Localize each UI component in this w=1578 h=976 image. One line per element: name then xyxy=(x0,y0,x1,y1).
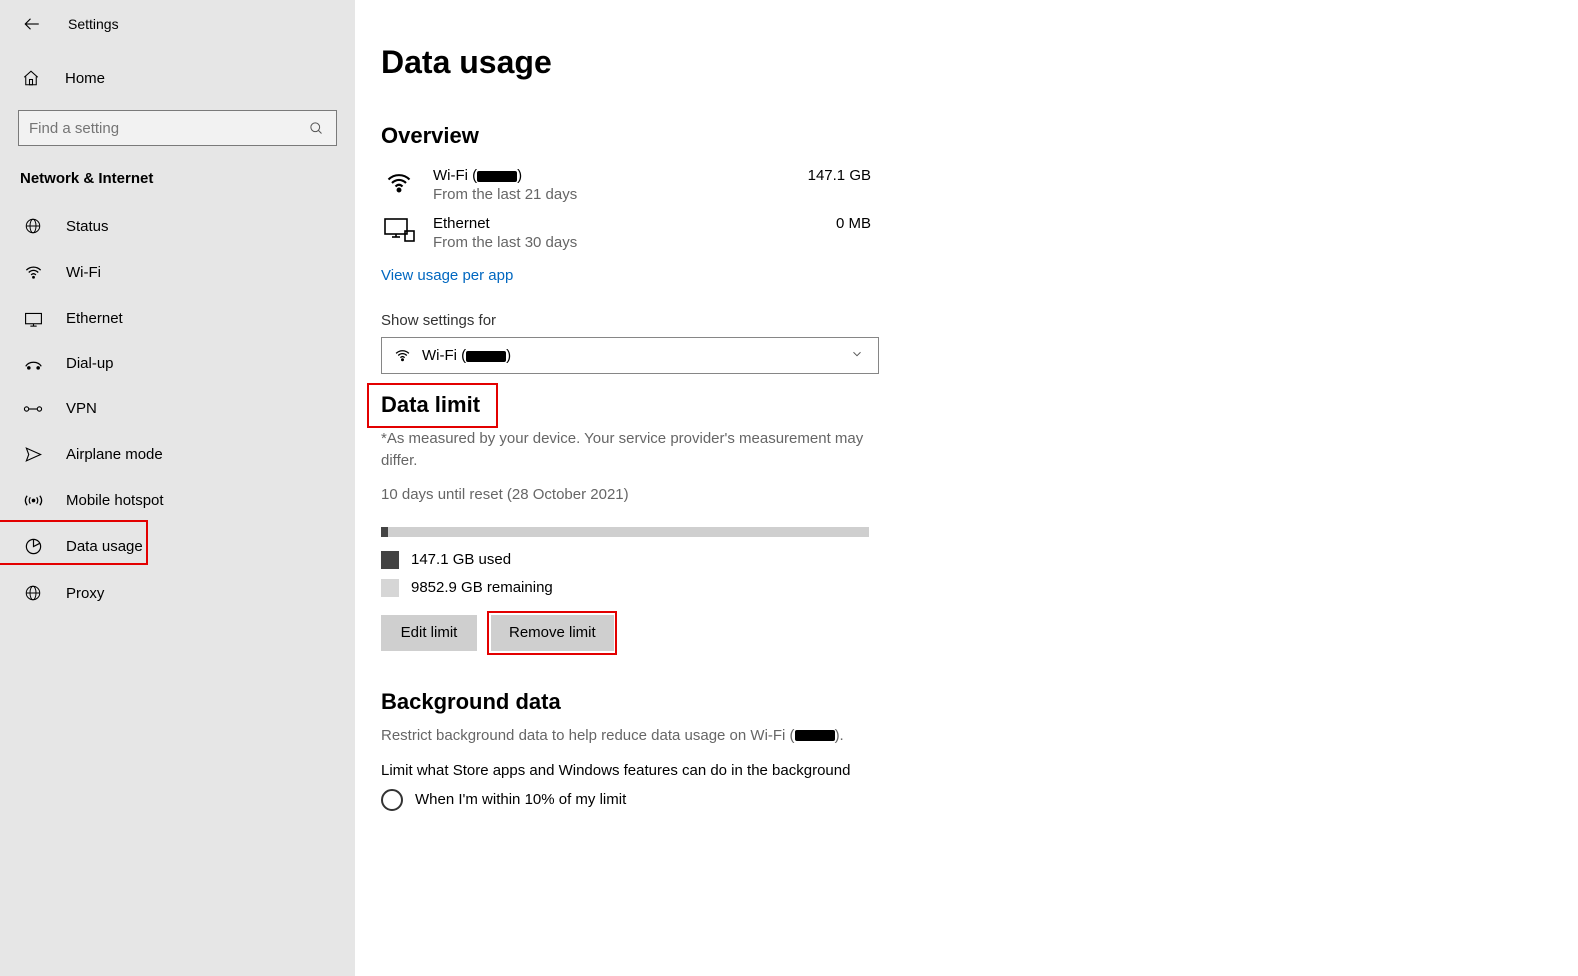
hotspot-icon xyxy=(22,492,44,509)
ethernet-icon xyxy=(381,217,417,243)
show-for-label: Show settings for xyxy=(381,312,1578,329)
overview-wifi-value: 147.1 GB xyxy=(791,167,871,184)
overview-eth-name: Ethernet xyxy=(433,215,775,232)
proxy-icon xyxy=(22,584,44,602)
sidebar-item-status[interactable]: Status xyxy=(0,203,355,249)
overview-heading: Overview xyxy=(381,123,1578,149)
usage-progress-fill xyxy=(381,527,388,537)
redacted-ssid xyxy=(466,351,506,362)
usage-progress-bar xyxy=(381,527,869,537)
radio-option-row[interactable]: When I'm within 10% of my limit xyxy=(381,789,1578,811)
sidebar-item-dialup[interactable]: Dial-up xyxy=(0,341,355,386)
wifi-icon xyxy=(22,263,44,282)
network-dropdown[interactable]: Wi-Fi () xyxy=(381,337,879,374)
vpn-icon xyxy=(22,402,44,416)
sidebar-item-label: VPN xyxy=(66,400,97,417)
used-label: 147.1 GB used xyxy=(411,551,511,568)
data-limit-heading: Data limit xyxy=(381,392,480,418)
overview-wifi-sub: From the last 21 days xyxy=(433,186,775,203)
remaining-label: 9852.9 GB remaining xyxy=(411,579,553,596)
background-data-heading: Background data xyxy=(381,689,1578,715)
window-title: Settings xyxy=(68,16,119,32)
reset-note: 10 days until reset (28 October 2021) xyxy=(381,486,1578,503)
overview-wifi-row[interactable]: Wi-Fi () From the last 21 days 147.1 GB xyxy=(381,161,871,209)
sidebar-item-hotspot[interactable]: Mobile hotspot xyxy=(0,478,355,523)
sidebar-item-label: Proxy xyxy=(66,585,104,602)
legend-remaining: 9852.9 GB remaining xyxy=(381,579,1578,597)
sidebar-item-label: Status xyxy=(66,218,109,235)
remove-limit-button[interactable]: Remove limit xyxy=(491,615,614,651)
ethernet-icon xyxy=(22,311,44,327)
globe-icon xyxy=(22,217,44,235)
sidebar-item-airplane[interactable]: Airplane mode xyxy=(0,431,355,478)
sidebar: Settings Home Network & Internet Status xyxy=(0,0,355,976)
wifi-icon xyxy=(381,169,417,197)
radio-option-label: When I'm within 10% of my limit xyxy=(415,791,626,808)
sidebar-item-label: Mobile hotspot xyxy=(66,492,164,509)
redacted-ssid xyxy=(795,730,835,741)
edit-limit-button[interactable]: Edit limit xyxy=(381,615,477,651)
overview-ethernet-row[interactable]: Ethernet From the last 30 days 0 MB xyxy=(381,209,871,257)
legend-swatch-remaining xyxy=(381,579,399,597)
dialup-icon xyxy=(22,357,44,371)
home-icon xyxy=(22,69,42,87)
sidebar-item-wifi[interactable]: Wi-Fi xyxy=(0,249,355,296)
data-limit-note: *As measured by your device. Your servic… xyxy=(381,428,881,472)
redacted-ssid xyxy=(477,171,517,182)
legend-swatch-used xyxy=(381,551,399,569)
sidebar-item-vpn[interactable]: VPN xyxy=(0,386,355,431)
back-button[interactable] xyxy=(20,12,44,36)
legend-used: 147.1 GB used xyxy=(381,551,1578,569)
sidebar-item-label: Data usage xyxy=(66,538,143,555)
sidebar-home[interactable]: Home xyxy=(0,54,355,102)
sidebar-home-label: Home xyxy=(65,70,105,87)
overview-wifi-name: Wi-Fi () xyxy=(433,167,775,184)
search-icon xyxy=(306,121,326,136)
sidebar-item-ethernet[interactable]: Ethernet xyxy=(0,296,355,341)
content: Data usage Overview Wi-Fi () From the la… xyxy=(355,0,1578,976)
wifi-icon xyxy=(394,347,416,364)
sidebar-item-data-usage[interactable]: Data usage xyxy=(0,523,355,570)
page-title: Data usage xyxy=(381,44,1578,81)
airplane-icon xyxy=(22,445,44,464)
background-data-desc: Restrict background data to help reduce … xyxy=(381,725,881,747)
search-wrap xyxy=(0,102,355,164)
view-usage-link[interactable]: View usage per app xyxy=(381,267,513,284)
sidebar-item-label: Dial-up xyxy=(66,355,114,372)
overview-eth-value: 0 MB xyxy=(791,215,871,232)
bg-limit-label: Limit what Store apps and Windows featur… xyxy=(381,760,881,783)
sidebar-item-label: Airplane mode xyxy=(66,446,163,463)
sidebar-item-proxy[interactable]: Proxy xyxy=(0,570,355,616)
chevron-down-icon xyxy=(850,347,866,365)
sidebar-section-label: Network & Internet xyxy=(0,164,355,203)
data-usage-icon xyxy=(22,537,44,556)
sidebar-item-label: Wi-Fi xyxy=(66,264,101,281)
dropdown-label: Wi-Fi () xyxy=(416,347,850,364)
sidebar-item-label: Ethernet xyxy=(66,310,123,327)
search-box[interactable] xyxy=(18,110,337,146)
search-input[interactable] xyxy=(29,120,306,137)
overview-eth-sub: From the last 30 days xyxy=(433,234,775,251)
radio-circle-icon[interactable] xyxy=(381,789,403,811)
sidebar-header: Settings xyxy=(0,12,355,54)
